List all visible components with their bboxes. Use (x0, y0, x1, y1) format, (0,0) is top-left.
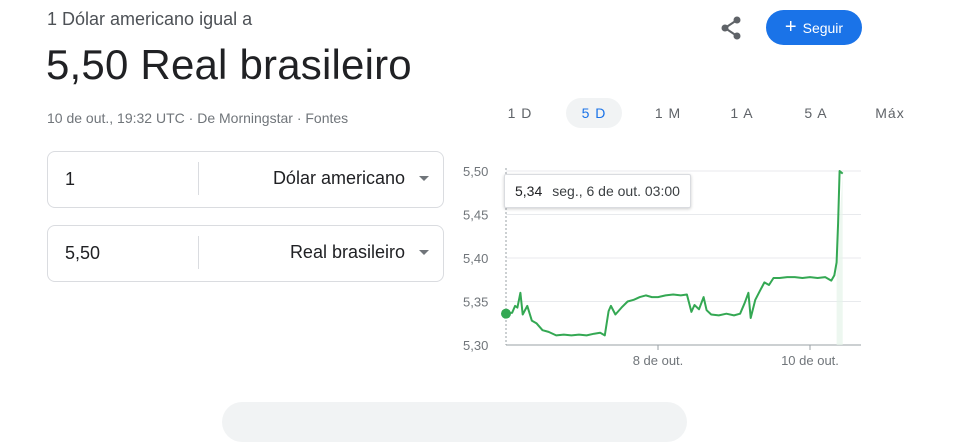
y-tick-label: 5,45 (463, 208, 488, 223)
tab-5a[interactable]: 5 A (788, 98, 844, 128)
chart-tooltip: 5,34 seg., 6 de out. 03:00 (504, 174, 691, 208)
y-tick-label: 5,30 (463, 338, 488, 353)
share-icon (721, 16, 741, 40)
data-point (501, 308, 511, 319)
y-tick-label: 5,35 (463, 295, 488, 310)
from-currency-select[interactable]: Dólar americano (273, 168, 405, 189)
tooltip-date: seg., 6 de out. 03:00 (552, 183, 680, 199)
tab-1d[interactable]: 1 D (492, 98, 548, 128)
chevron-down-icon[interactable] (419, 176, 429, 181)
conversion-subtitle: 1 Dólar americano igual a (47, 9, 253, 29)
bottom-pill[interactable] (222, 402, 687, 442)
follow-label: Seguir (802, 19, 844, 36)
range-tabs: 1 D 5 D 1 M 1 A 5 A Máx (492, 98, 936, 128)
separator: · (296, 110, 302, 126)
share-button[interactable] (716, 13, 746, 43)
divider (198, 162, 199, 195)
tab-max[interactable]: Máx (862, 98, 918, 128)
to-amount-input[interactable]: 5,50 (65, 243, 100, 264)
tab-1m[interactable]: 1 M (640, 98, 696, 128)
from-currency-box: 1 Dólar americano (47, 151, 444, 208)
x-tick-label: 10 de out. (781, 353, 839, 368)
follow-button[interactable]: + Seguir (766, 10, 862, 45)
tab-1a[interactable]: 1 A (714, 98, 770, 128)
y-tick-label: 5,40 (463, 251, 488, 266)
y-tick-label: 5,50 (463, 164, 488, 179)
tab-5d[interactable]: 5 D (566, 98, 622, 128)
rate-meta: 10 de out., 19:32 UTC · De Morningstar ·… (47, 110, 348, 126)
sources-link[interactable]: Fontes (305, 110, 348, 126)
divider (198, 236, 199, 269)
to-currency-select[interactable]: Real brasileiro (290, 242, 405, 263)
plus-icon: + (784, 15, 797, 38)
tooltip-value: 5,34 (515, 183, 543, 199)
from-amount-input[interactable]: 1 (65, 169, 75, 190)
x-tick-label: 8 de out. (633, 353, 684, 368)
timestamp: 10 de out., 19:32 UTC (47, 110, 185, 126)
chevron-down-icon[interactable] (419, 250, 429, 255)
to-currency-box: 5,50 Real brasileiro (47, 225, 444, 282)
source-link[interactable]: De Morningstar (197, 110, 293, 126)
exchange-rate-value: 5,50 Real brasileiro (46, 41, 412, 88)
separator: · (188, 110, 194, 126)
